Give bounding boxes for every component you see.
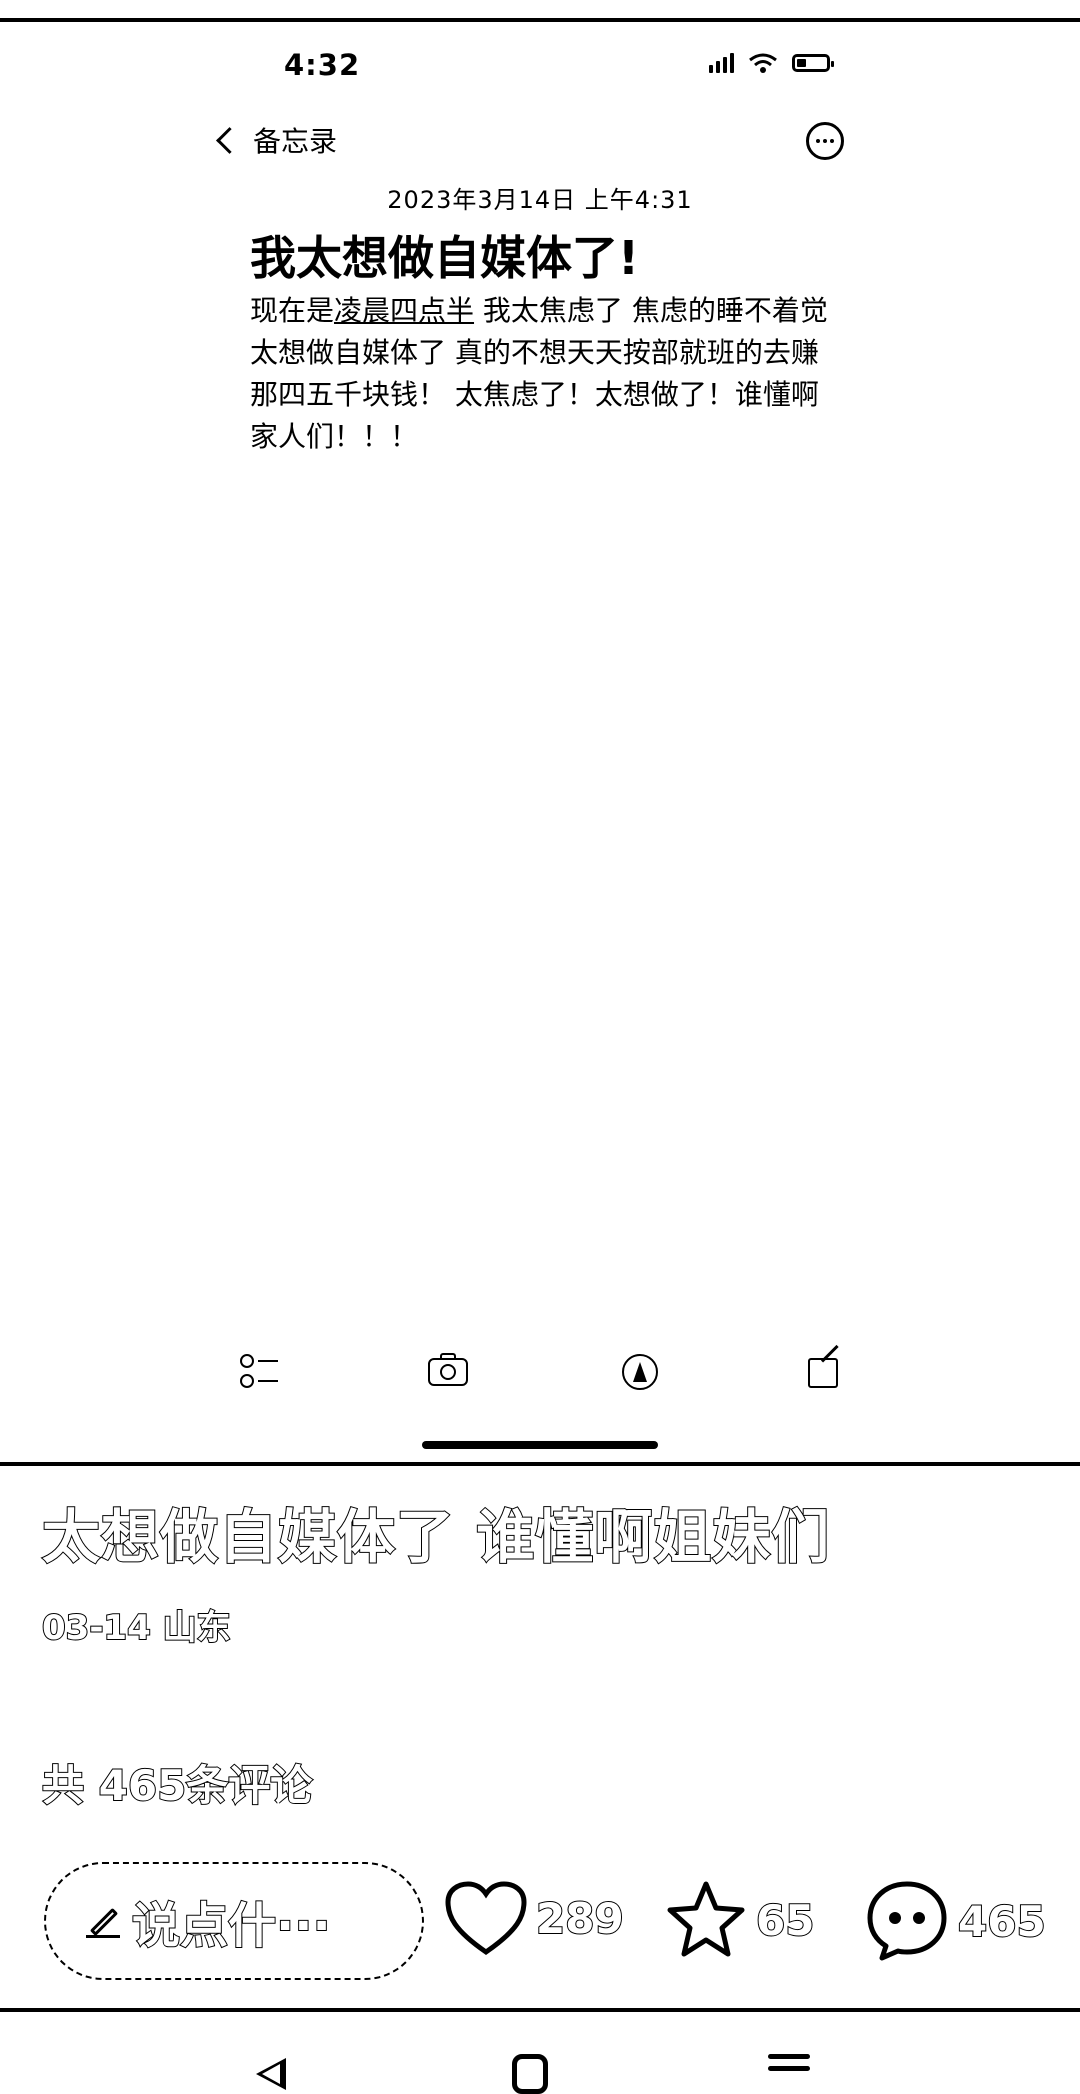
notes-toolbar <box>0 1344 1080 1394</box>
section-divider <box>0 1462 1080 1466</box>
like-count: 289 <box>535 1893 625 1944</box>
camera-icon[interactable] <box>426 1350 470 1394</box>
top-border <box>0 18 1080 22</box>
note-title[interactable]: 我太想做自媒体了! <box>250 222 639 288</box>
nav-home-icon[interactable] <box>512 2054 548 2094</box>
compose-icon[interactable] <box>804 1344 848 1394</box>
comment-total: 465 <box>957 1896 1047 1947</box>
chevron-left-icon <box>216 126 243 154</box>
post-title: 太想做自媒体了 谁懂啊姐妹们 <box>41 1502 831 1572</box>
note-body-link[interactable]: 凌晨四点半 <box>334 294 474 327</box>
status-icons <box>709 52 834 74</box>
checklist-icon[interactable] <box>238 1350 282 1394</box>
back-label: 备忘录 <box>253 125 338 158</box>
battery-icon <box>792 54 834 72</box>
note-body-prefix: 现在是 <box>250 294 335 327</box>
nav-back-icon[interactable] <box>256 2058 286 2090</box>
star-icon <box>667 1881 745 1957</box>
heart-icon <box>445 1881 527 1956</box>
favorite-count: 65 <box>755 1895 815 1946</box>
signal-icon <box>709 53 734 73</box>
wifi-icon <box>749 53 777 73</box>
like-button[interactable]: 289 <box>444 1880 625 1956</box>
comment-input[interactable]: 说点什··· <box>44 1862 424 1980</box>
comment-placeholder: 说点什··· <box>131 1897 332 1955</box>
home-indicator <box>422 1441 658 1449</box>
bottom-divider <box>0 2008 1080 2012</box>
favorite-button[interactable]: 65 <box>664 1880 815 1960</box>
comment-icon <box>867 1881 947 1961</box>
status-time: 4:32 <box>284 48 361 82</box>
system-nav-bar <box>0 2048 1080 2094</box>
post-meta: 03-14 山东 <box>41 1607 232 1649</box>
comment-button[interactable]: 465 <box>864 1880 1047 1962</box>
pencil-icon <box>86 1904 120 1938</box>
back-button[interactable]: 备忘录 <box>216 120 338 160</box>
note-date: 2023年3月14日 上午4:31 <box>387 186 693 214</box>
comment-count: 共 465条评论 <box>41 1760 313 1811</box>
pen-icon[interactable] <box>618 1350 662 1394</box>
note-body[interactable]: 现在是凌晨四点半 我太焦虑了 焦虑的睡不着觉 太想做自媒体了 真的不想天天按部就… <box>250 290 830 458</box>
more-icon[interactable] <box>806 122 844 160</box>
nav-menu-icon[interactable] <box>768 2054 810 2078</box>
